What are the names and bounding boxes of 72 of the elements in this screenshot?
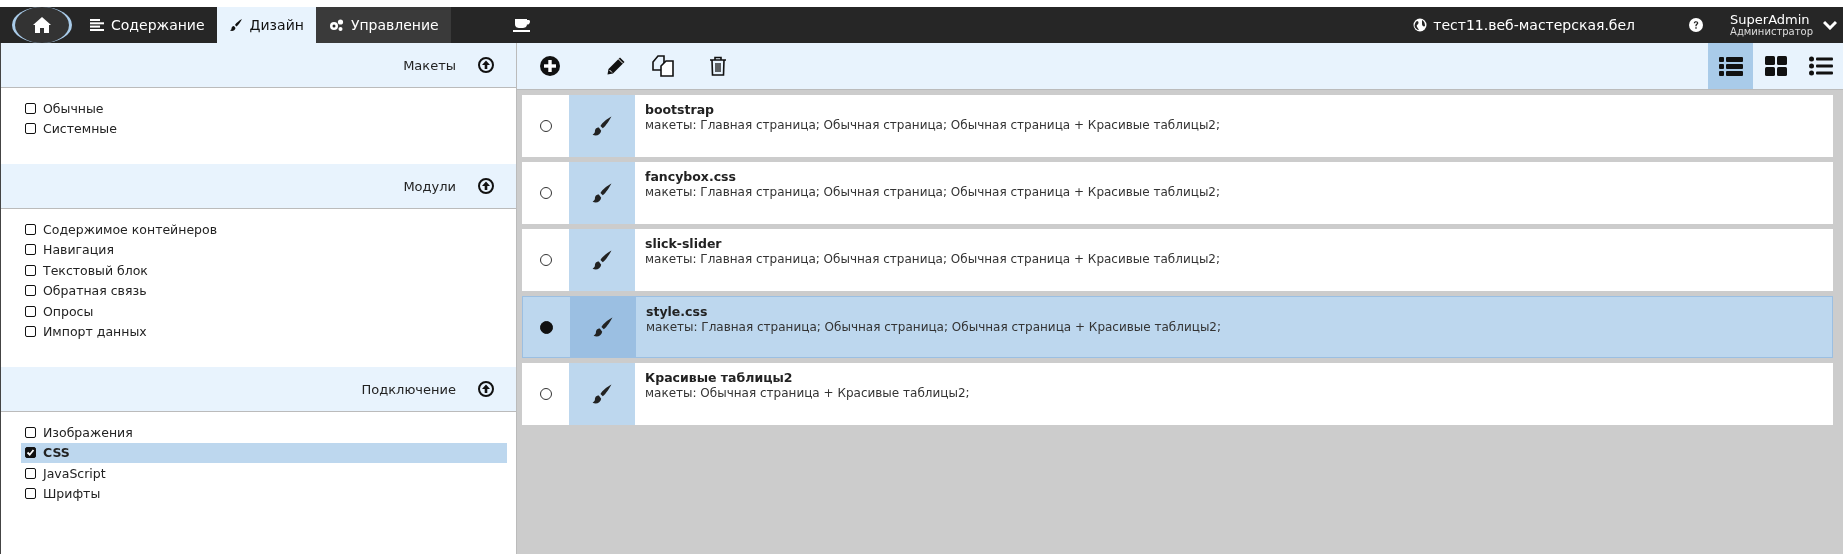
- brush-icon: [591, 182, 613, 204]
- brush-icon: [592, 316, 614, 338]
- nav-tab[interactable]: Дизайн: [216, 7, 316, 43]
- checkbox[interactable]: [25, 488, 36, 500]
- filter-item[interactable]: Навигация: [21, 239, 507, 260]
- checkbox[interactable]: [25, 264, 36, 276]
- brush-icon: [591, 383, 613, 405]
- nav-tab[interactable]: Содержание: [78, 7, 217, 43]
- section-title: Подключение: [361, 381, 456, 397]
- row-description: макеты: Главная страница; Обычная страница; Обычная страница + Красивые таблицы2;: [645, 118, 1221, 132]
- user-name[interactable]: SuperAdmin: [1730, 13, 1813, 26]
- row-description: макеты: Обычная страница + Красивые таблицы2;: [645, 386, 970, 400]
- checkbox[interactable]: [25, 102, 36, 114]
- filter-item[interactable]: Обратная связь: [21, 280, 507, 301]
- checkbox[interactable]: [25, 244, 36, 256]
- row-title: fancybox.css: [645, 169, 737, 184]
- brush-icon: [591, 249, 613, 271]
- row-description: макеты: Главная страница; Обычная страница; Обычная страница + Красивые таблицы2;: [646, 320, 1222, 334]
- view-toggle[interactable]: [1708, 43, 1753, 89]
- row-title: bootstrap: [645, 102, 716, 117]
- copy-icon[interactable]: [651, 54, 675, 78]
- filter-item[interactable]: Системные: [21, 118, 507, 139]
- row-title: slick-slider: [645, 236, 723, 251]
- row-title: style.css: [646, 304, 709, 319]
- checkbox[interactable]: [25, 447, 36, 459]
- list-row[interactable]: Красивые таблицы2 макеты: Обычная страница + Красивые таблицы2;: [522, 363, 1833, 425]
- list-row[interactable]: fancybox.css макеты: Главная страница; Обычная страница; Обычная страница + Красивые таблицы2;: [522, 162, 1833, 224]
- arrow-up-circle-icon[interactable]: [478, 178, 494, 194]
- filter-item[interactable]: CSS: [21, 442, 507, 463]
- filter-item[interactable]: Опросы: [21, 301, 507, 322]
- filter-item[interactable]: JavaScript: [21, 463, 507, 484]
- filter-item[interactable]: Обычные: [21, 98, 507, 119]
- list-row[interactable]: slick-slider макеты: Главная страница; Обычная страница; Обычная страница + Красивые таблицы2;: [522, 229, 1833, 291]
- checkbox[interactable]: [25, 326, 36, 338]
- filter-item[interactable]: Текстовый блок: [21, 260, 507, 281]
- arrow-up-circle-icon[interactable]: [478, 381, 494, 397]
- filter-item[interactable]: Изображения: [21, 422, 507, 443]
- filter-item[interactable]: Содержимое контейнеров: [21, 219, 507, 240]
- home-button[interactable]: [12, 7, 72, 43]
- radio-button[interactable]: [540, 320, 553, 334]
- arrow-up-circle-icon[interactable]: [478, 57, 494, 73]
- checkbox[interactable]: [25, 285, 36, 297]
- checkbox[interactable]: [25, 467, 36, 479]
- checkbox[interactable]: [25, 123, 36, 135]
- chevron-down-icon[interactable]: [1823, 20, 1837, 30]
- row-description: макеты: Главная страница; Обычная страница; Обычная страница + Красивые таблицы2;: [645, 185, 1221, 199]
- checkbox[interactable]: [25, 426, 36, 438]
- grid-view-icon: [1764, 56, 1787, 76]
- table-view-icon: [1718, 56, 1743, 76]
- section-title: Макеты: [403, 57, 456, 73]
- list-row[interactable]: bootstrap макеты: Главная страница; Обычная страница; Обычная страница + Красивые таблицы2;: [522, 95, 1833, 157]
- add-icon[interactable]: [540, 56, 560, 76]
- pencil-icon[interactable]: [606, 56, 626, 76]
- brush-icon: [228, 18, 243, 32]
- row-description: макеты: Главная страница; Обычная страница; Обычная страница + Красивые таблицы2;: [645, 252, 1221, 266]
- nav-tab[interactable]: Управление: [315, 7, 451, 43]
- list-view-icon: [1808, 56, 1833, 76]
- section-title: Модули: [403, 178, 456, 194]
- coffee-icon[interactable]: [512, 18, 531, 32]
- home-icon: [32, 16, 52, 34]
- list-row[interactable]: style.css макеты: Главная страница; Обычная страница; Обычная страница + Красивые таблицы2;: [522, 296, 1833, 358]
- filter-item[interactable]: Шрифты: [21, 483, 507, 504]
- checkbox[interactable]: [25, 223, 36, 235]
- site-link[interactable]: тест11.веб-мастерская.бел: [1433, 17, 1636, 33]
- lines-icon: [90, 19, 104, 31]
- checkbox[interactable]: [25, 305, 36, 317]
- user-role: Администратор: [1730, 27, 1813, 37]
- help-icon[interactable]: [1689, 18, 1704, 32]
- row-title: Красивые таблицы2: [645, 370, 794, 385]
- brush-icon: [591, 115, 613, 137]
- trash-icon[interactable]: [709, 56, 727, 76]
- filter-item[interactable]: Импорт данных: [21, 321, 507, 342]
